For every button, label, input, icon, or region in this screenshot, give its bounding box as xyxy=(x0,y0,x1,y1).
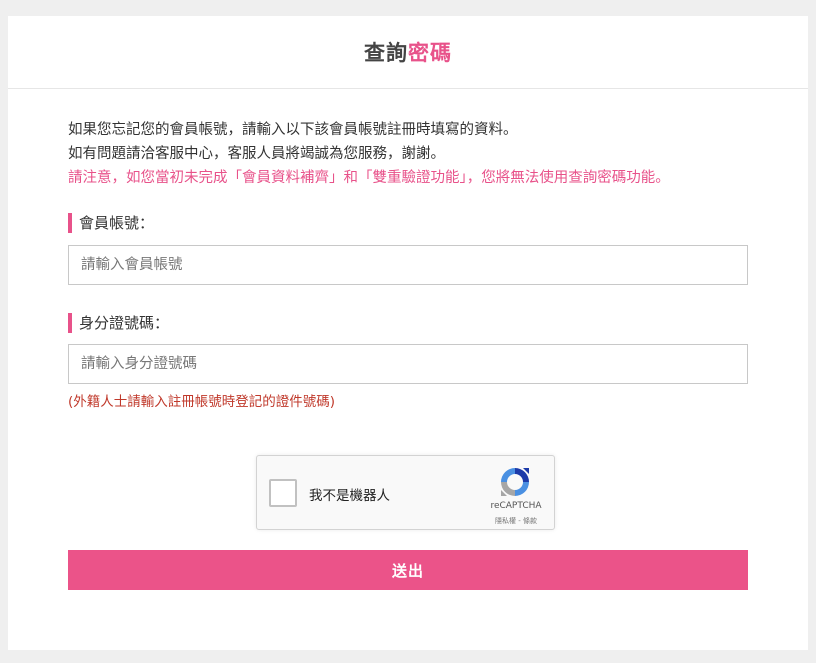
recaptcha-checkbox[interactable] xyxy=(269,479,297,507)
query-password-card: 查詢密碼 如果您忘記您的會員帳號，請輸入以下該會員帳號註冊時填寫的資料。 如有問… xyxy=(8,16,808,650)
id-number-input[interactable] xyxy=(68,344,748,384)
id-number-label: 身分證號碼： xyxy=(68,313,169,333)
page-title-accent: 密碼 xyxy=(408,41,452,65)
account-input[interactable] xyxy=(68,245,748,285)
recaptcha-widget: 我不是機器人 reCAPTCHA 隱私權 - 條款 xyxy=(256,455,555,530)
recaptcha-label: 我不是機器人 xyxy=(309,488,390,504)
page-title: 查詢密碼 xyxy=(364,37,452,67)
intro-line-1: 如果您忘記您的會員帳號，請輸入以下該會員帳號註冊時填寫的資料。 xyxy=(68,122,518,138)
page-title-main: 查詢 xyxy=(364,41,408,65)
intro-text: 如果您忘記您的會員帳號，請輸入以下該會員帳號註冊時填寫的資料。 如有問題請洽客服… xyxy=(68,118,768,190)
recaptcha-terms-link[interactable]: 隱私權 - 條款 xyxy=(479,516,553,526)
recaptcha-brand: reCAPTCHA xyxy=(490,501,542,511)
submit-button[interactable]: 送出 xyxy=(68,550,748,590)
recaptcha-logo-icon xyxy=(501,468,529,496)
intro-warning: 請注意，如您當初未完成「會員資料補齊」和「雙重驗證功能」，您將無法使用查詢密碼功… xyxy=(68,170,670,186)
id-number-hint: (外籍人士請輸入註冊帳號時登記的證件號碼) xyxy=(68,394,336,410)
account-label: 會員帳號： xyxy=(68,213,154,233)
card-header: 查詢密碼 xyxy=(8,16,808,89)
intro-line-2: 如有問題請洽客服中心，客服人員將竭誠為您服務，謝謝。 xyxy=(68,146,445,162)
